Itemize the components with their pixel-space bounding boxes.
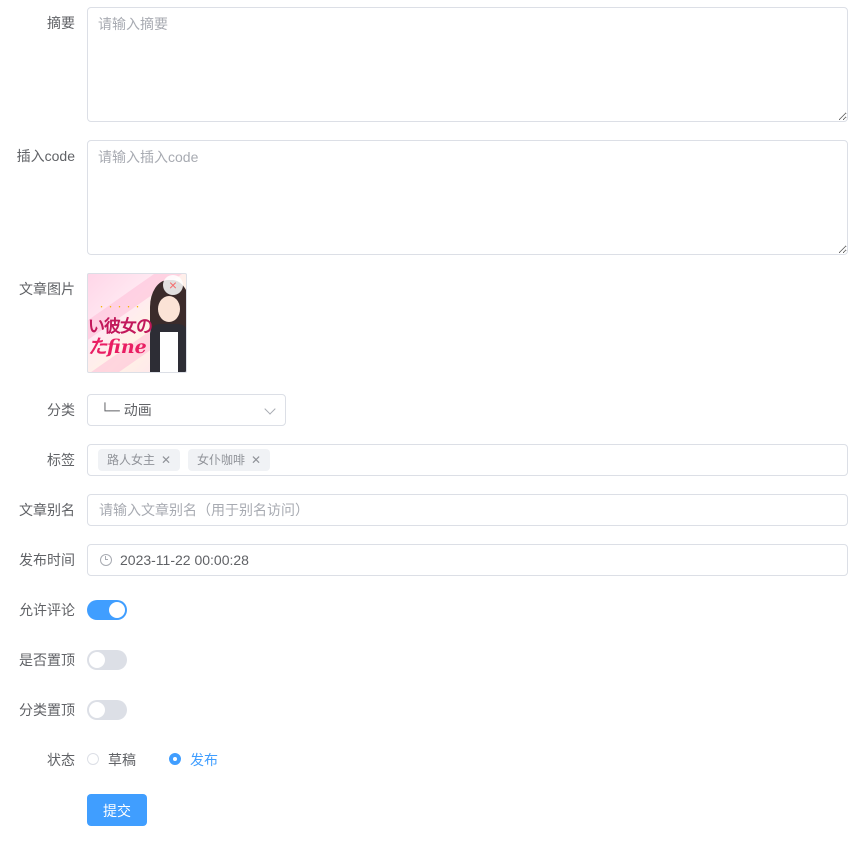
allow-comment-label: 允许评论 [19,602,75,618]
code-row: 插入code [0,140,860,255]
alias-input[interactable] [87,494,848,526]
image-row: 文章图片 ・・・・・ い彼女の たfine × [0,273,860,373]
submit-row: 提交 [0,794,860,826]
code-label: 插入code [16,148,75,164]
allow-comment-row: 允许评论 [0,594,860,626]
category-pin-label: 分类置顶 [19,702,75,718]
summary-textarea[interactable] [87,7,848,122]
close-icon: × [168,277,178,293]
category-row: 分类 └─ 动画 [0,394,860,426]
radio-circle [169,753,181,765]
tags-label: 标签 [47,452,75,468]
code-textarea[interactable] [87,140,848,255]
tag-text: 女仆咖啡 [197,453,246,467]
tags-row: 标签 路人女主 ✕ 女仆咖啡 ✕ [0,444,860,476]
image-logo-dots: ・・・・・ [98,304,143,311]
allow-comment-switch[interactable] [87,600,127,620]
publish-time-value: 2023-11-22 00:00:28 [120,552,249,568]
switch-knob [89,702,105,718]
image-label: 文章图片 [19,281,75,297]
status-label: 状态 [47,752,75,768]
close-icon[interactable]: ✕ [251,453,261,467]
chevron-down-icon [264,403,276,415]
pin-top-switch[interactable] [87,650,127,670]
image-remove-button[interactable]: × [163,275,183,295]
alias-label: 文章别名 [19,502,75,518]
category-pin-switch[interactable] [87,700,127,720]
image-character-face [158,296,180,322]
alias-row: 文章别名 [0,494,860,526]
category-select[interactable]: └─ 动画 [87,394,286,426]
image-character-apron [160,332,178,372]
pin-top-label: 是否置顶 [19,652,75,668]
summary-label: 摘要 [47,15,75,31]
status-radio-publish-label: 发布 [190,752,218,768]
tag-text: 路人女主 [107,453,156,467]
publish-time-picker[interactable]: 2023-11-22 00:00:28 [87,544,848,576]
status-radio-draft-label: 草稿 [108,752,136,768]
close-icon[interactable]: ✕ [161,453,171,467]
switch-knob [89,652,105,668]
submit-button[interactable]: 提交 [87,794,147,826]
image-logo-line2: たfine [88,336,147,358]
tags-select[interactable]: 路人女主 ✕ 女仆咖啡 ✕ [87,444,848,476]
clock-icon [100,554,112,566]
tag-item: 路人女主 ✕ [98,449,181,471]
radio-circle [87,753,99,765]
switch-knob [109,602,125,618]
category-label: 分类 [47,402,75,418]
publish-time-row: 发布时间 2023-11-22 00:00:28 [0,544,860,576]
summary-row: 摘要 [0,7,860,122]
tag-item: 女仆咖啡 ✕ [188,449,271,471]
status-row: 状态 草稿 发布 [0,744,860,776]
publish-time-label: 发布时间 [19,552,75,568]
category-value: └─ 动画 [100,402,152,418]
pin-top-row: 是否置顶 [0,644,860,676]
category-pin-row: 分类置顶 [0,694,860,726]
